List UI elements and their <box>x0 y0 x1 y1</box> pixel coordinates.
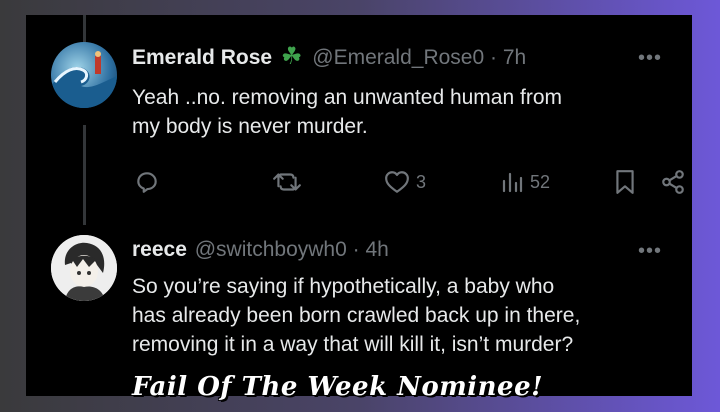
anime-avatar-image <box>51 235 117 301</box>
separator-dot: · <box>352 238 360 261</box>
share-button[interactable] <box>660 165 686 199</box>
like-button[interactable]: 3 <box>384 165 426 199</box>
shamrock-icon: ☘ <box>280 43 303 70</box>
user-handle[interactable]: @Emerald_Rose0 <box>312 46 484 69</box>
retweet-button[interactable] <box>272 165 302 199</box>
wave-avatar-image <box>51 51 117 108</box>
tweet-text-line: Yeah ..no. removing an unwanted human fr… <box>132 86 562 109</box>
thread-connector-middle <box>83 125 86 225</box>
tweet-1-action-bar: 3 52 <box>132 165 684 199</box>
timestamp[interactable]: 7h <box>503 46 526 69</box>
like-icon <box>384 170 410 194</box>
timestamp[interactable]: 4h <box>365 238 388 261</box>
tweet-text-line: has already been born crawled back up in… <box>132 304 581 327</box>
retweet-icon <box>272 169 302 195</box>
reply-button[interactable] <box>134 165 160 199</box>
tweet-1-header: Emerald Rose ☘ @Emerald_Rose0 · 7h <box>132 43 526 72</box>
more-icon[interactable]: ••• <box>638 240 662 263</box>
avatar-emerald-rose[interactable] <box>51 42 117 108</box>
views-icon <box>500 170 524 194</box>
view-count: 52 <box>530 171 551 192</box>
display-name[interactable]: Emerald Rose <box>132 46 272 69</box>
more-icon[interactable]: ••• <box>638 47 662 70</box>
tweet-text-line: So you’re saying if hypothetically, a ba… <box>132 275 555 298</box>
tweet-text-line: removing it in a way that will kill it, … <box>132 333 574 356</box>
separator-dot: · <box>490 46 498 69</box>
tweet-1-text: Yeah ..no. removing an unwanted human fr… <box>132 83 672 141</box>
views-button[interactable]: 52 <box>500 165 550 199</box>
like-count: 3 <box>416 171 427 192</box>
share-icon <box>660 169 686 195</box>
display-name[interactable]: reece <box>132 238 187 261</box>
bookmark-icon <box>614 169 636 195</box>
tweet-text-line: my body is never murder. <box>132 115 368 138</box>
fail-of-the-week-banner: Fail Of The Week Nominee! <box>132 372 544 402</box>
reply-icon <box>134 169 160 195</box>
tweet-thread-screen: Emerald Rose ☘ @Emerald_Rose0 · 7h ••• Y… <box>26 15 692 396</box>
tweet-2-text: So you’re saying if hypothetically, a ba… <box>132 272 672 359</box>
avatar-reece[interactable] <box>51 235 117 301</box>
tweet-2-header: reece @switchboywh0 · 4h <box>132 236 389 264</box>
user-handle[interactable]: @switchboywh0 <box>195 238 347 261</box>
bookmark-button[interactable] <box>614 165 636 199</box>
